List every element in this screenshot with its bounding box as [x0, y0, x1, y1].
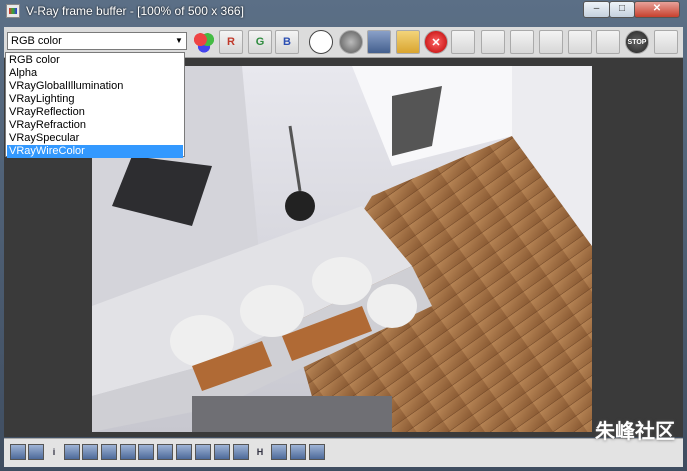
chevron-down-icon[interactable]: ▼	[172, 33, 186, 49]
vfb-app-icon	[6, 4, 20, 18]
channel-select-value: RGB color	[11, 35, 62, 47]
compare-icon[interactable]	[271, 444, 287, 460]
red-channel-button[interactable]: R	[219, 30, 243, 54]
channel-option[interactable]: VRayRefraction	[7, 119, 183, 132]
rgb-channels-icon[interactable]	[192, 30, 216, 54]
track-mouse-icon[interactable]	[481, 30, 505, 54]
display-correction-icon[interactable]	[10, 444, 26, 460]
ab-compare-icon[interactable]	[290, 444, 306, 460]
close-status-icon[interactable]	[309, 444, 325, 460]
mono-mode-icon[interactable]	[309, 30, 333, 54]
channel-option[interactable]: VRayWireColor	[7, 145, 183, 158]
stop-icon[interactable]: STOP	[625, 30, 649, 54]
horizontal-flip-icon[interactable]: H	[252, 444, 268, 460]
link-icon[interactable]	[596, 30, 620, 54]
curve-icon[interactable]	[138, 444, 154, 460]
lut-icon[interactable]	[176, 444, 192, 460]
maximize-button[interactable]: □	[609, 1, 635, 18]
histogram-icon[interactable]	[120, 444, 136, 460]
channel-dropdown-list: RGB color Alpha VRayGlobalIllumination VRay…	[5, 52, 185, 158]
channel-select[interactable]: RGB color ▼	[7, 32, 187, 50]
vray-frame-buffer-window: V-Ray frame buffer - [100% of 500 x 366]…	[0, 0, 687, 471]
channel-option[interactable]: VRayReflection	[7, 106, 183, 119]
channel-option[interactable]: RGB color	[7, 54, 183, 67]
close-button[interactable]: ✕	[634, 1, 680, 18]
minimize-button[interactable]: –	[583, 1, 610, 18]
info-icon[interactable]: i	[46, 444, 62, 460]
title-bar[interactable]: V-Ray frame buffer - [100% of 500 x 366]…	[0, 0, 687, 24]
color-balance-icon[interactable]	[101, 444, 117, 460]
channel-option[interactable]: VRayGlobalIllumination	[7, 80, 183, 93]
duplicate-to-mpf-icon[interactable]	[451, 30, 475, 54]
lens-effects-icon[interactable]	[195, 444, 211, 460]
hsl-icon[interactable]	[82, 444, 98, 460]
region-render-icon[interactable]	[568, 30, 592, 54]
exposure-icon[interactable]	[157, 444, 173, 460]
channel-option[interactable]: VRaySpecular	[7, 132, 183, 145]
clear-icon[interactable]: ✕	[424, 30, 448, 54]
vfb-history-icon[interactable]	[539, 30, 563, 54]
info-list-icon[interactable]	[28, 444, 44, 460]
save-icon[interactable]	[367, 30, 391, 54]
channel-option[interactable]: Alpha	[7, 67, 183, 80]
window-title: V-Ray frame buffer - [100% of 500 x 366]	[26, 4, 244, 18]
green-channel-button[interactable]: G	[248, 30, 272, 54]
alpha-icon[interactable]	[339, 30, 363, 54]
stamp-icon[interactable]	[214, 444, 230, 460]
watermark-text: 朱峰社区	[595, 421, 675, 443]
status-toolbar: i H 朱峰社区	[4, 421, 683, 467]
blue-channel-button[interactable]: B	[275, 30, 299, 54]
open-folder-icon[interactable]	[396, 30, 420, 54]
levels-icon[interactable]	[64, 444, 80, 460]
render-last-icon[interactable]	[510, 30, 534, 54]
channel-option[interactable]: VRayLighting	[7, 93, 183, 106]
teapot-icon[interactable]	[654, 30, 678, 54]
pixel-aspect-icon[interactable]	[233, 444, 249, 460]
